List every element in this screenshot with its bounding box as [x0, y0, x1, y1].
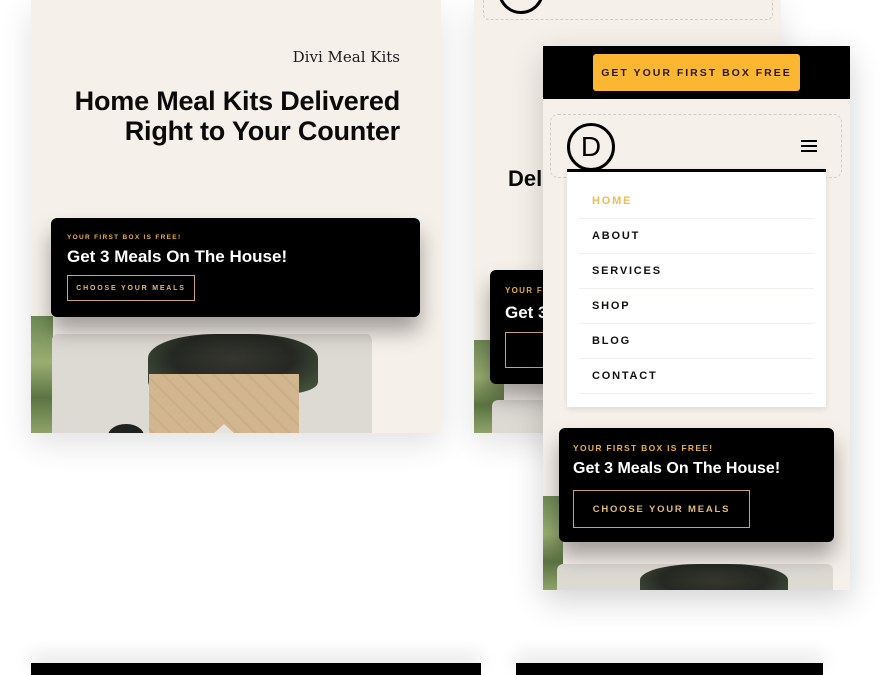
hero-title-partial: Del [508, 166, 543, 191]
menu-item-about[interactable]: ABOUT [579, 219, 814, 254]
menu-item-services[interactable]: SERVICES [579, 254, 814, 289]
top-bar: GET YOUR FIRST BOX FREE [543, 46, 850, 99]
get-first-box-button[interactable]: GET YOUR FIRST BOX FREE [593, 54, 800, 91]
promo-eyebrow: YOUR FIRST BOX IS FREE! [573, 443, 714, 453]
divi-logo-icon[interactable]: D [567, 123, 615, 171]
promo-eyebrow: YOUR FIRST BOX IS FREE! [67, 234, 182, 241]
menu-item-shop[interactable]: SHOP [579, 289, 814, 324]
promo-headline: Get 3 Meals On The House! [573, 460, 781, 477]
promo-eyebrow: YOUR F [505, 286, 544, 295]
preview-frame-partial [31, 663, 481, 675]
greens-image [31, 316, 53, 433]
menu-item-contact[interactable]: CONTACT [579, 359, 814, 394]
site-name: Divi Meal Kits [292, 48, 400, 66]
promo-headline: Get 3 [505, 303, 548, 322]
choose-meals-button[interactable]: CHOOSE YOUR MEALS [573, 490, 750, 528]
menu-item-blog[interactable]: BLOG [579, 324, 814, 359]
promo-card: YOUR FIRST BOX IS FREE! Get 3 Meals On T… [559, 428, 834, 542]
mobile-preview: GET YOUR FIRST BOX FREE D HOME ABOUT SER… [543, 46, 850, 590]
choose-meals-button[interactable]: CHOOSE YOUR MEALS [67, 275, 195, 301]
preview-frame-partial [516, 663, 823, 675]
menu-item-home[interactable]: HOME [579, 184, 814, 219]
promo-headline: Get 3 Meals On The House! [67, 247, 288, 266]
desktop-preview: Divi Meal Kits Home Meal Kits Delivered … [31, 0, 441, 433]
hero-title: Home Meal Kits Delivered Right to Your C… [74, 86, 401, 146]
logo-letter: D [580, 131, 602, 162]
promo-card: YOUR FIRST BOX IS FREE! Get 3 Meals On T… [51, 218, 420, 317]
hamburger-menu-icon[interactable] [801, 139, 817, 152]
meal-box-image [149, 374, 299, 433]
kale-image [640, 564, 788, 590]
hero-photo [31, 316, 441, 433]
mobile-nav-menu: HOME ABOUT SERVICES SHOP BLOG CONTACT [567, 169, 826, 407]
